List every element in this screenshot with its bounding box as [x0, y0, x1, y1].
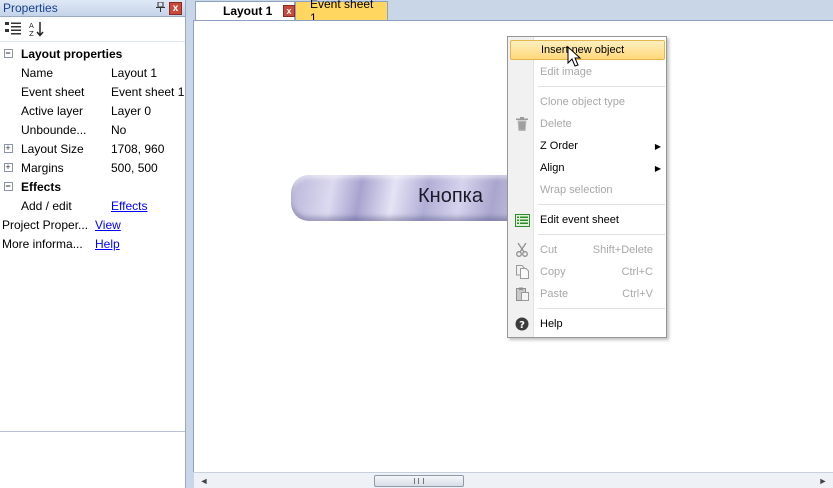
- button-object-label: Кнопка: [418, 185, 483, 207]
- alphabetical-sort-button[interactable]: A Z: [28, 20, 46, 38]
- category-effects[interactable]: − Effects: [0, 177, 185, 196]
- button-object[interactable]: Кнопка: [291, 175, 523, 221]
- close-tab-button[interactable]: x: [283, 5, 295, 17]
- menu-item-edit-event-sheet[interactable]: Edit event sheet: [510, 210, 665, 230]
- trash-icon: [510, 114, 534, 134]
- shortcut-label: Ctrl+V: [622, 288, 653, 300]
- pin-icon[interactable]: [153, 1, 167, 15]
- menu-item-z-order[interactable]: Z Order ▶: [510, 136, 665, 156]
- properties-title: Properties: [3, 1, 58, 15]
- close-panel-button[interactable]: x: [169, 1, 182, 15]
- menu-item-cut[interactable]: Cut Shift+Delete: [510, 240, 665, 260]
- description-pane: [0, 431, 185, 488]
- menu-item-help[interactable]: ? Help: [510, 314, 665, 334]
- effects-link[interactable]: Effects: [96, 199, 147, 213]
- property-row-active-layer[interactable]: Active layer Layer 0: [0, 101, 185, 120]
- expand-icon[interactable]: +: [3, 144, 13, 153]
- scrollbar-thumb[interactable]: [374, 475, 464, 487]
- menu-separator: [538, 86, 665, 87]
- svg-text:Z: Z: [29, 30, 34, 37]
- property-grid: − Layout properties Name Layout 1 Event …: [0, 44, 185, 253]
- collapse-icon[interactable]: −: [3, 49, 13, 58]
- category-layout-properties[interactable]: − Layout properties: [0, 44, 185, 63]
- property-row-project-properties[interactable]: Project Proper... View: [0, 215, 185, 234]
- horizontal-scrollbar[interactable]: ◄ ►: [194, 472, 833, 488]
- property-row-layout-size[interactable]: + Layout Size 1708, 960: [0, 139, 185, 158]
- shortcut-label: Shift+Delete: [592, 244, 653, 256]
- svg-text:A: A: [29, 22, 34, 30]
- context-menu: Insert new object Edit image Clone objec…: [507, 36, 667, 338]
- sort-az-icon: A Z: [29, 22, 44, 37]
- properties-title-bar: Properties x: [0, 0, 185, 17]
- property-row-unbounded[interactable]: Unbounde... No: [0, 120, 185, 139]
- menu-separator: [538, 204, 665, 205]
- submenu-arrow-icon: ▶: [654, 141, 661, 151]
- expand-icon[interactable]: +: [3, 163, 13, 172]
- document-tabs: Layout 1 x Event sheet 1: [187, 0, 833, 25]
- property-row-event-sheet[interactable]: Event sheet Event sheet 1: [0, 82, 185, 101]
- menu-item-insert-new-object[interactable]: Insert new object: [510, 40, 665, 60]
- menu-item-paste[interactable]: Paste Ctrl+V: [510, 284, 665, 304]
- copy-icon: [510, 262, 534, 282]
- submenu-arrow-icon: ▶: [654, 163, 661, 173]
- view-link[interactable]: View: [95, 218, 121, 232]
- properties-panel: Properties x A Z − Layout properties Nam…: [0, 0, 186, 488]
- paste-icon: [510, 284, 534, 304]
- scroll-left-icon[interactable]: ◄: [198, 475, 210, 487]
- menu-item-copy[interactable]: Copy Ctrl+C: [510, 262, 665, 282]
- categorized-icon: [5, 22, 21, 35]
- menu-separator: [538, 308, 665, 309]
- menu-item-delete[interactable]: Delete: [510, 114, 665, 134]
- menu-item-edit-image[interactable]: Edit image: [510, 62, 665, 82]
- property-row-margins[interactable]: + Margins 500, 500: [0, 158, 185, 177]
- svg-text:?: ?: [519, 320, 525, 331]
- property-row-add-edit-effects[interactable]: Add / edit Effects: [0, 196, 185, 215]
- help-link[interactable]: Help: [95, 237, 120, 251]
- categorized-sort-button[interactable]: [4, 20, 22, 38]
- menu-item-wrap-selection[interactable]: Wrap selection: [510, 180, 665, 200]
- menu-item-clone-object-type[interactable]: Clone object type: [510, 92, 665, 112]
- menu-separator: [538, 234, 665, 235]
- shortcut-label: Ctrl+C: [621, 266, 653, 278]
- menu-item-align[interactable]: Align ▶: [510, 158, 665, 178]
- collapse-icon[interactable]: −: [3, 182, 13, 191]
- property-row-more-information[interactable]: More informa... Help: [0, 234, 185, 253]
- tab-layout-1[interactable]: Layout 1 x: [195, 1, 295, 20]
- tab-event-sheet-1[interactable]: Event sheet 1: [295, 0, 388, 25]
- mouse-cursor-icon: [567, 45, 583, 68]
- scissors-icon: [510, 240, 534, 260]
- scroll-right-icon[interactable]: ►: [817, 475, 829, 487]
- grip-icon: [414, 478, 424, 484]
- help-icon: ?: [510, 314, 534, 334]
- properties-toolbar: A Z: [0, 17, 185, 42]
- property-row-name[interactable]: Name Layout 1: [0, 63, 185, 82]
- tab-label: Layout 1: [223, 4, 273, 18]
- event-sheet-icon: [510, 210, 534, 230]
